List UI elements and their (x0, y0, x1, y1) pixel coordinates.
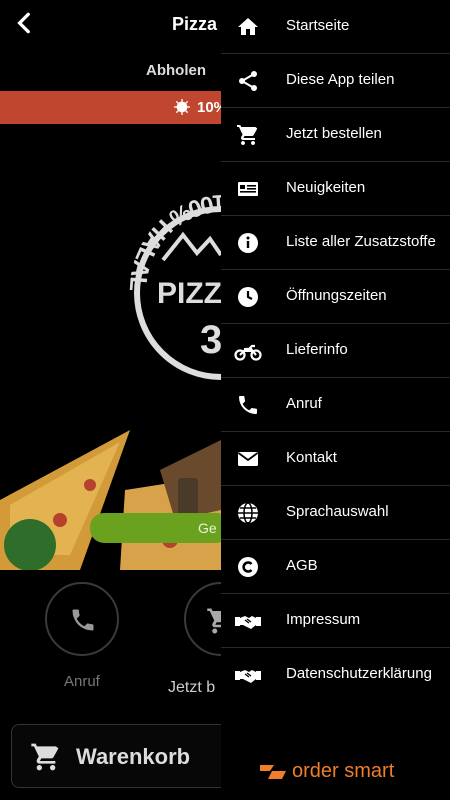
cart-icon (31, 743, 59, 771)
menu-item-privacy[interactable]: Datenschutzerklärung (221, 648, 450, 702)
menu-label: Anruf (286, 395, 322, 412)
menu-item-delivery-info[interactable]: Lieferinfo (221, 324, 450, 378)
menu-label: Lieferinfo (286, 341, 348, 358)
menu-label: AGB (286, 557, 318, 574)
menu-label: Impressum (286, 611, 361, 628)
tab-pickup[interactable]: Abholen (146, 62, 206, 79)
badge-icon (174, 99, 190, 115)
menu-item-home[interactable]: Startseite (221, 0, 450, 54)
navigation-drawer: Startseite Diese App teilen Jetzt bestel… (221, 0, 450, 800)
phone-icon (72, 609, 94, 631)
call-label: Anruf (64, 673, 100, 690)
handshake-icon (235, 616, 261, 629)
menu-label: Startseite (286, 17, 350, 34)
restaurant-logo: 100% HALAL PIZZA 3 (124, 189, 225, 380)
menu-item-order[interactable]: Jetzt bestellen (221, 108, 450, 162)
phone-icon (239, 396, 257, 414)
order-smart-logo-icon (260, 765, 286, 779)
cta-label: Ge (198, 520, 217, 536)
menu-item-opening-hours[interactable]: Öffnungszeiten (221, 270, 450, 324)
handshake-icon (235, 670, 261, 683)
back-arrow-icon[interactable] (12, 10, 38, 36)
pizza-image (0, 430, 221, 570)
share-icon (239, 71, 257, 91)
menu-item-terms[interactable]: AGB (221, 540, 450, 594)
menu-item-language[interactable]: Sprachauswahl (221, 486, 450, 540)
info-icon (238, 233, 258, 253)
logo-pizza-text: PIZZA (157, 277, 225, 310)
page-title: Pizza I (172, 14, 228, 34)
news-icon (238, 182, 258, 196)
cart-label: Warenkorb (76, 744, 191, 769)
order-now-button[interactable]: Ge (90, 513, 230, 543)
mail-icon (237, 452, 259, 466)
menu-item-imprint[interactable]: Impressum (221, 594, 450, 648)
cart-button[interactable]: Warenkorb (11, 724, 241, 788)
motorcycle-icon (234, 344, 262, 361)
menu-label: Öffnungszeiten (286, 287, 387, 304)
order-smart-brand: order smart (292, 760, 395, 782)
menu-label: Jetzt bestellen (286, 125, 382, 142)
menu-item-call[interactable]: Anruf (221, 378, 450, 432)
menu-item-contact[interactable]: Kontakt (221, 432, 450, 486)
menu-label: Kontakt (286, 449, 337, 466)
clock-icon (238, 287, 258, 307)
copyright-icon (238, 557, 258, 577)
home-icon (238, 18, 258, 35)
menu-label: Datenschutzerklärung (286, 665, 432, 682)
order-label: Jetzt b (168, 679, 216, 696)
menu-item-share[interactable]: Diese App teilen (221, 54, 450, 108)
menu-label: Neuigkeiten (286, 179, 366, 196)
menu-item-news[interactable]: Neuigkeiten (221, 162, 450, 216)
menu-label: Sprachauswahl (286, 503, 389, 520)
call-circle-button[interactable] (45, 582, 119, 656)
logo-number: 3 (200, 318, 222, 362)
menu-item-additives[interactable]: Liste aller Zusatzstoffe (221, 216, 450, 270)
menu-label: Diese App teilen (286, 71, 395, 88)
menu-label: Liste aller Zusatzstoffe (286, 233, 436, 250)
globe-icon (238, 502, 258, 524)
cart-icon (237, 125, 258, 145)
